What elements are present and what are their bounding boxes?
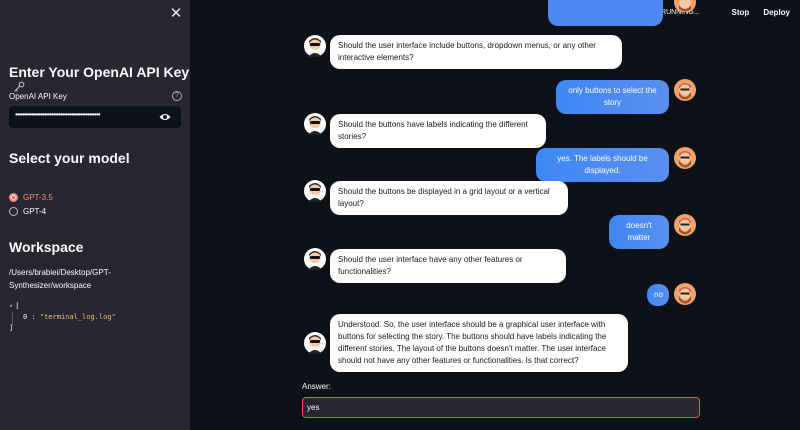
api-key-value: ••••••••••••••••••••••••••••••••••••••••…: [15, 110, 101, 119]
chat-message-user: no: [647, 283, 696, 306]
eye-icon[interactable]: [159, 112, 171, 122]
chat-message-assistant: Should the buttons be displayed in a gri…: [304, 180, 568, 215]
json-item-value: "terminal_log.log": [39, 313, 116, 321]
user-avatar-icon: [674, 283, 696, 305]
workspace-path: /Users/brabiei/Desktop/GPT-Synthesizer/w…: [9, 268, 111, 290]
assistant-bubble: Should the buttons have labels indicatin…: [330, 114, 546, 148]
assistant-bubble: Should the user interface include button…: [330, 35, 622, 69]
user-avatar-icon: [674, 214, 696, 236]
model-heading: Select your model: [9, 150, 130, 166]
chat-message-assistant: Should the user interface have any other…: [304, 248, 566, 283]
assistant-bubble: Understood. So, the user interface shoul…: [330, 314, 628, 372]
user-avatar-icon: [674, 0, 696, 12]
api-key-label: OpenAI API Key: [9, 92, 67, 101]
answer-label: Answer:: [302, 382, 331, 391]
json-close-line: ]: [9, 323, 116, 334]
model-option-label: GPT-3.5: [23, 193, 53, 202]
help-icon[interactable]: ?: [172, 91, 182, 101]
assistant-avatar-icon: [304, 332, 326, 354]
radio-unselected-icon[interactable]: [9, 207, 18, 216]
assistant-avatar-icon: [304, 113, 326, 135]
top-header: RUNNING... Stop Deploy: [644, 5, 790, 19]
close-sidebar-icon[interactable]: ✕: [168, 6, 184, 22]
api-key-input[interactable]: ••••••••••••••••••••••••••••••••••••••••…: [9, 106, 181, 128]
user-avatar-icon: [674, 79, 696, 101]
collapse-caret-icon[interactable]: ▾: [9, 302, 13, 310]
model-option-gpt4[interactable]: GPT-4: [9, 207, 46, 216]
previous-user-bubble: [548, 0, 663, 26]
user-avatar-icon: [674, 147, 696, 169]
model-option-gpt35[interactable]: GPT-3.5: [9, 193, 53, 202]
user-bubble: only buttons to select the story: [556, 80, 669, 114]
stop-button[interactable]: Stop: [732, 8, 750, 17]
user-bubble: no: [647, 284, 669, 306]
chat-message-user: only buttons to select the story: [556, 79, 696, 114]
json-open-bracket: [: [15, 302, 20, 310]
user-bubble: doesn't matter: [609, 215, 669, 249]
json-item-line: 0 : "terminal_log.log": [9, 312, 116, 323]
json-item-index: 0 :: [23, 313, 36, 321]
answer-input-value: yes: [307, 403, 320, 412]
json-open-line[interactable]: ▾[: [9, 301, 116, 312]
model-option-label: GPT-4: [23, 207, 47, 216]
api-key-heading-text: Enter Your OpenAI API Key: [9, 64, 190, 80]
user-bubble: yes. The labels should be displayed.: [536, 148, 669, 182]
assistant-bubble: Should the buttons be displayed in a gri…: [330, 181, 568, 215]
chat-message-assistant: Should the user interface include button…: [304, 35, 622, 69]
sidebar: ✕ Enter Your OpenAI API Key OpenAI API K…: [0, 0, 190, 430]
radio-selected-icon[interactable]: [9, 193, 18, 202]
assistant-bubble: Should the user interface have any other…: [330, 249, 566, 283]
workspace-heading: Workspace: [9, 239, 84, 255]
assistant-avatar-icon: [304, 35, 326, 57]
assistant-avatar-icon: [304, 180, 326, 202]
app-root: ✕ Enter Your OpenAI API Key OpenAI API K…: [0, 0, 800, 430]
chat-message-assistant: Should the buttons have labels indicatin…: [304, 113, 546, 148]
json-guide-line: [12, 312, 13, 326]
deploy-button[interactable]: Deploy: [763, 8, 790, 17]
chat-message-user: doesn't matter: [609, 214, 696, 249]
json-viewer: ▾[ 0 : "terminal_log.log" ]: [9, 301, 116, 334]
chat-message-user: yes. The labels should be displayed.: [536, 147, 696, 182]
assistant-avatar-icon: [304, 248, 326, 270]
answer-input[interactable]: yes: [302, 397, 700, 418]
chat-message-assistant: Understood. So, the user interface shoul…: [304, 314, 628, 372]
